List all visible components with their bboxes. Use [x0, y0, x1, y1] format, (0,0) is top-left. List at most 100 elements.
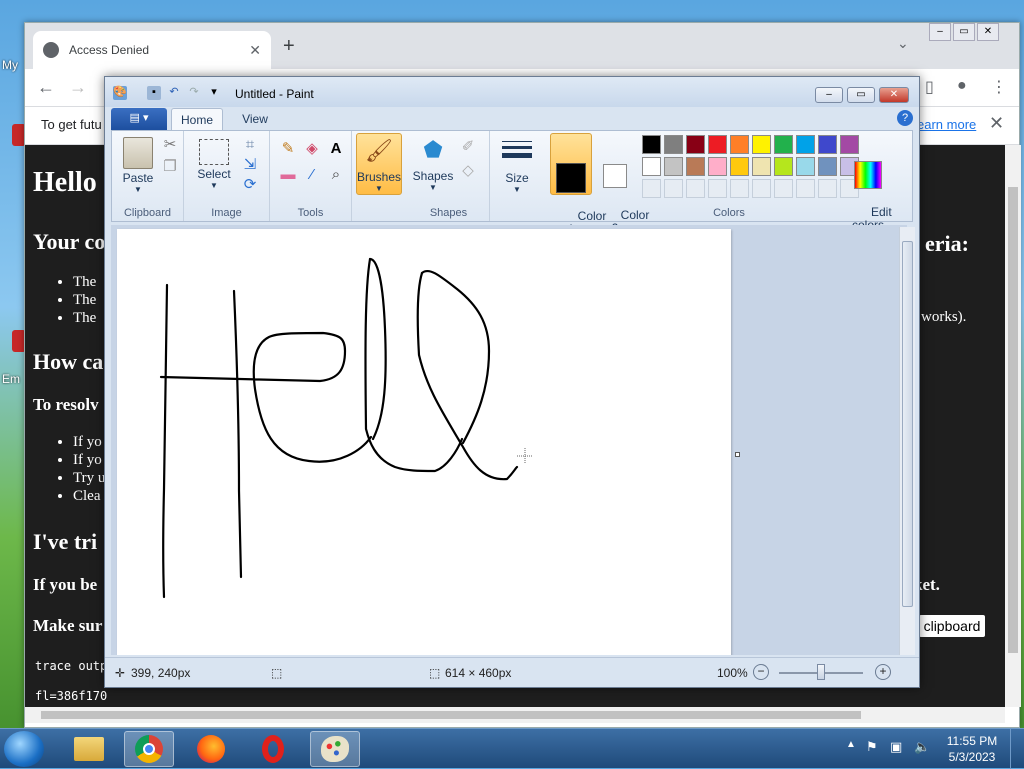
tab-view[interactable]: View: [229, 108, 281, 130]
palette-color-swatch[interactable]: [818, 157, 837, 176]
close-info-bar-icon[interactable]: ✕: [989, 113, 1004, 134]
text-icon[interactable]: A: [326, 139, 346, 159]
taskbar-explorer[interactable]: [64, 731, 114, 767]
palette-custom-slot[interactable]: [818, 179, 837, 198]
new-tab-button[interactable]: +: [283, 35, 295, 58]
copy-to-clipboard-button[interactable]: clipboard: [919, 615, 985, 637]
taskbar-paint[interactable]: [310, 731, 360, 767]
color-picker-icon[interactable]: ⁄: [302, 165, 322, 185]
maximize-button[interactable]: ▭: [847, 87, 875, 103]
canvas-vertical-scrollbar[interactable]: [899, 227, 915, 655]
customize-toolbar-icon[interactable]: ▾: [207, 86, 221, 100]
palette-custom-slot[interactable]: [664, 179, 683, 198]
palette-custom-slot[interactable]: [708, 179, 727, 198]
start-button[interactable]: [4, 731, 44, 767]
select-label: Select: [197, 167, 231, 181]
back-arrow-icon[interactable]: ←: [37, 77, 55, 98]
fill-icon[interactable]: ◇: [458, 161, 478, 181]
help-icon[interactable]: ?: [897, 110, 913, 126]
clock[interactable]: 11:55 PM 5/3/2023: [944, 733, 1000, 765]
scrollbar-thumb[interactable]: [902, 241, 913, 607]
palette-color-swatch[interactable]: [818, 135, 837, 154]
palette-custom-slot[interactable]: [686, 179, 705, 198]
palette-color-swatch[interactable]: [774, 135, 793, 154]
palette-color-swatch[interactable]: [686, 157, 705, 176]
magnifier-icon[interactable]: ⌕: [326, 165, 346, 185]
volume-icon[interactable]: 🔈: [914, 739, 930, 755]
palette-custom-slot[interactable]: [752, 179, 771, 198]
color2-button[interactable]: Color 2: [594, 133, 649, 235]
eraser-icon[interactable]: ▬: [278, 165, 298, 185]
taskbar-chrome[interactable]: [124, 731, 174, 767]
resize-icon[interactable]: ⇲: [240, 155, 260, 175]
palette-color-swatch[interactable]: [686, 135, 705, 154]
save-icon[interactable]: ▪: [147, 86, 161, 100]
redo-icon[interactable]: ↷: [187, 86, 201, 100]
palette-custom-slot[interactable]: [642, 179, 661, 198]
palette-color-swatch[interactable]: [752, 157, 771, 176]
paint-menu-button[interactable]: ▤ ▾: [111, 108, 167, 130]
palette-color-swatch[interactable]: [796, 135, 815, 154]
palette-color-swatch[interactable]: [774, 157, 793, 176]
show-hidden-icons-button[interactable]: ▲: [846, 739, 856, 750]
menu-kebab-icon[interactable]: ⋮: [991, 77, 1007, 97]
palette-custom-slot[interactable]: [796, 179, 815, 198]
canvas-resize-handle[interactable]: [735, 452, 740, 457]
palette-color-swatch[interactable]: [752, 135, 771, 154]
select-button[interactable]: Select ▼: [192, 137, 236, 190]
action-center-icon[interactable]: ⚑: [866, 739, 878, 755]
tab-home[interactable]: Home: [171, 108, 223, 130]
close-tab-icon[interactable]: ✕: [249, 42, 261, 59]
crop-icon[interactable]: ⌗: [240, 135, 260, 155]
side-panel-icon[interactable]: ▯: [925, 77, 934, 97]
horizontal-scrollbar[interactable]: [25, 707, 1005, 723]
palette-color-swatch[interactable]: [664, 135, 683, 154]
palette-color-swatch[interactable]: [796, 157, 815, 176]
scrollbar-thumb[interactable]: [41, 711, 861, 719]
minimize-button[interactable]: –: [815, 87, 843, 103]
group-label: Tools: [297, 207, 324, 219]
undo-icon[interactable]: ↶: [167, 86, 181, 100]
close-button[interactable]: ✕: [879, 87, 909, 103]
palette-custom-slot[interactable]: [774, 179, 793, 198]
shapes-button[interactable]: ⬟ Shapes ▼: [412, 135, 454, 192]
palette-color-swatch[interactable]: [708, 135, 727, 154]
palette-custom-slot[interactable]: [730, 179, 749, 198]
pencil-icon[interactable]: ✎: [278, 139, 298, 159]
copy-icon[interactable]: ❐: [160, 157, 180, 177]
forward-arrow-icon[interactable]: →: [69, 77, 87, 98]
drawing-canvas[interactable]: [117, 229, 731, 655]
profile-avatar-icon[interactable]: ●: [957, 77, 967, 95]
zoom-slider-thumb[interactable]: [817, 664, 825, 680]
minimize-button[interactable]: –: [929, 23, 951, 41]
close-button[interactable]: ✕: [977, 23, 999, 41]
brushes-button[interactable]: 🖌 Brushes ▼: [356, 133, 402, 195]
palette-color-swatch[interactable]: [708, 157, 727, 176]
show-desktop-button[interactable]: [1010, 729, 1024, 769]
palette-color-swatch[interactable]: [642, 135, 661, 154]
learn-more-link[interactable]: earn more: [917, 117, 976, 132]
scrollbar-thumb[interactable]: [1008, 187, 1018, 653]
taskbar-opera[interactable]: [248, 731, 298, 767]
palette-color-swatch[interactable]: [730, 157, 749, 176]
outline-icon[interactable]: ✐: [458, 137, 478, 157]
maximize-button[interactable]: ▭: [953, 23, 975, 41]
palette-color-swatch[interactable]: [642, 157, 661, 176]
vertical-scrollbar[interactable]: [1005, 145, 1021, 707]
list-item: The: [73, 291, 96, 309]
cut-icon[interactable]: ✂: [160, 135, 180, 155]
taskbar-firefox[interactable]: [186, 731, 236, 767]
zoom-in-button[interactable]: +: [875, 664, 891, 680]
tab-search-icon[interactable]: ⌄: [897, 35, 909, 52]
palette-color-swatch[interactable]: [664, 157, 683, 176]
fill-bucket-icon[interactable]: ◈: [302, 139, 322, 159]
paste-button[interactable]: Paste ▼: [118, 137, 158, 194]
palette-color-swatch[interactable]: [730, 135, 749, 154]
browser-tab[interactable]: Access Denied ✕: [33, 31, 271, 69]
size-button[interactable]: Size ▼: [496, 137, 538, 194]
rotate-icon[interactable]: ⟳: [240, 175, 260, 195]
zoom-out-button[interactable]: −: [753, 664, 769, 680]
color1-button[interactable]: Color 1: [550, 133, 606, 236]
network-icon[interactable]: ▣: [890, 739, 902, 755]
subsection-heading: To resolv: [33, 395, 99, 414]
